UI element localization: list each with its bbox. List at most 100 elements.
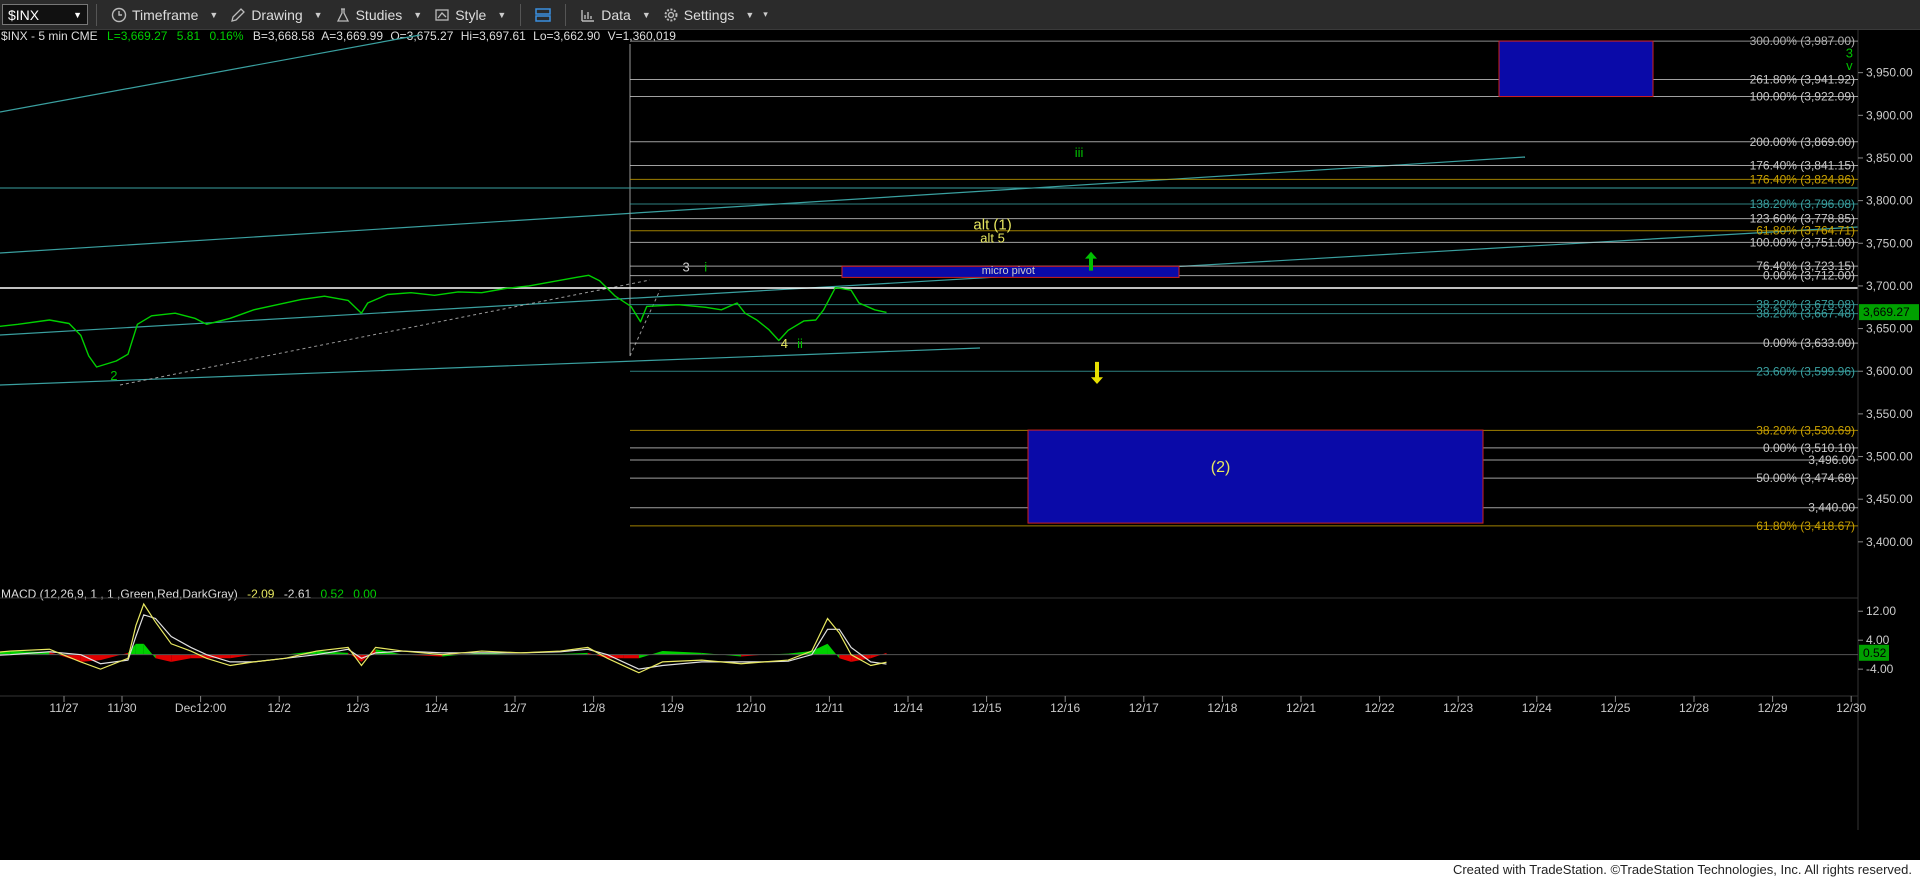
toolbar-divider [520, 3, 522, 26]
fib-label: 61.80% (3,418.67) [1756, 519, 1855, 533]
histogram-value: 0.52 [321, 587, 345, 601]
high-value: Hi=3,697.61 [461, 30, 526, 43]
wave-2-target-box [1027, 429, 1484, 524]
macd-label: MACD (12,26,9, 1 , 1 ,Green,Red,DarkGray… [1, 587, 238, 601]
time-tick-label: 12/10 [736, 701, 766, 715]
clock-icon [111, 7, 127, 22]
fib-label: 261.80% (3,941.92) [1750, 73, 1855, 87]
data-button[interactable]: Data ▼ [574, 7, 657, 23]
studies-label: Studies [355, 6, 403, 23]
price-tick-label: 3,950.00 [1866, 66, 1913, 80]
fib-label: 23.60% (3,599.96) [1756, 364, 1855, 378]
time-tick-label: 12/8 [582, 701, 606, 715]
price-tick-label: 3,850.00 [1866, 151, 1913, 165]
timeframe-label: Timeframe [132, 6, 199, 23]
footer-credit: Created with TradeStation. ©TradeStation… [0, 860, 1920, 879]
time-tick-label: 12/28 [1679, 701, 1709, 715]
time-tick-label: 12/22 [1365, 701, 1395, 715]
time-tick-label: 12/23 [1443, 701, 1473, 715]
wave-label: 4 [781, 336, 788, 351]
fib-label: 3,496.00 [1808, 453, 1855, 467]
symbol-info: $INX - 5 min CME [1, 30, 98, 43]
symbol-text: $INX [8, 6, 40, 23]
wave-label: 3 [682, 259, 689, 274]
time-tick-label: 12/9 [661, 701, 685, 715]
style-label: Style [455, 6, 487, 23]
flask-icon [336, 7, 349, 22]
time-tick-label: 12/30 [1836, 701, 1866, 715]
bar-chart-icon [581, 9, 595, 22]
price-tick-label: 3,550.00 [1866, 407, 1913, 421]
symbol-input[interactable]: $INX ▼ [2, 4, 88, 25]
price-chart[interactable]: $INX - 5 min CME L=3,669.27 5.81 0.16% B… [0, 30, 1920, 860]
change-pct: 0.16% [209, 30, 243, 43]
wave-label: alt 5 [980, 230, 1005, 245]
chevron-down-icon: ▼ [745, 9, 755, 20]
drawing-button[interactable]: Drawing ▼ [224, 7, 328, 23]
price-tick-label: 3,900.00 [1866, 108, 1913, 122]
time-tick-label: 11/27 [49, 701, 78, 715]
fib-label: 3,440.00 [1808, 501, 1855, 515]
time-tick-label: 12/18 [1207, 701, 1237, 715]
wave-label: micro pivot [982, 265, 1035, 277]
chevron-down-icon: ▼ [313, 9, 323, 20]
time-tick-label: 12/24 [1522, 701, 1552, 715]
drawing-label: Drawing [251, 6, 303, 23]
ask-value: A=3,669.99 [321, 30, 383, 43]
macd-histogram-bar [135, 643, 144, 655]
macd-tick-label: -4.00 [1866, 662, 1894, 676]
wave-label: v [1846, 58, 1853, 73]
macd-value: -2.09 [247, 587, 275, 601]
price-tick-label: 3,800.00 [1866, 194, 1913, 208]
wave-label: i [704, 259, 707, 274]
price-tick-label: 3,650.00 [1866, 322, 1913, 336]
layout-button[interactable] [529, 7, 557, 23]
chart-background [0, 30, 1920, 860]
zero-value: 0.00 [353, 587, 377, 601]
studies-button[interactable]: Studies ▼ [329, 7, 429, 23]
bid-value: B=3,668.58 [253, 30, 315, 43]
fib-label: 200.00% (3,869.00) [1750, 135, 1855, 149]
fib-label: 0.00% (3,712.00) [1763, 269, 1855, 283]
fib-label: 176.40% (3,841.15) [1750, 159, 1855, 173]
time-tick-label: 12/2 [268, 701, 292, 715]
toolbar-divider [96, 3, 97, 26]
wave-label: ii [797, 336, 803, 351]
style-button[interactable]: Style ▼ [428, 7, 512, 23]
wave-label: iii [1075, 145, 1084, 160]
time-tick-label: Dec12:00 [175, 701, 227, 715]
time-tick-label: 12/29 [1758, 701, 1788, 715]
macd-tick-label: 12.00 [1866, 604, 1896, 618]
time-tick-label: 12/11 [815, 701, 844, 715]
pencil-icon [231, 7, 246, 22]
chevron-down-icon[interactable]: ▼ [73, 10, 82, 20]
macd-last-label: 0.52 [1863, 646, 1887, 660]
price-tick-label: 3,600.00 [1866, 364, 1913, 378]
toolbar-divider [565, 3, 567, 26]
fib-label: 38.20% (3,530.69) [1756, 423, 1855, 437]
timeframe-button[interactable]: Timeframe ▼ [105, 7, 224, 23]
style-icon [435, 8, 449, 21]
time-tick-label: 12/3 [346, 701, 370, 715]
wave-3-target-box [1498, 40, 1654, 98]
layout-icon [535, 7, 552, 22]
fib-label: 100.00% (3,922.09) [1750, 89, 1855, 103]
signal-value: -2.61 [284, 587, 312, 601]
last-value: L=3,669.27 [107, 30, 168, 43]
macd-histogram-bar [623, 654, 639, 659]
fib-label: 138.20% (3,796.08) [1750, 197, 1855, 211]
time-tick-label: 12/21 [1286, 701, 1316, 715]
time-tick-label: 12/25 [1600, 701, 1630, 715]
wave-label: (2) [1211, 459, 1231, 476]
price-tick-label: 3,750.00 [1866, 236, 1913, 250]
fib-label: 50.00% (3,474.68) [1756, 471, 1855, 485]
data-label: Data [601, 6, 631, 23]
time-tick-label: 11/30 [107, 701, 136, 715]
settings-button[interactable]: Settings ▼ ▾ [657, 7, 774, 23]
low-value: Lo=3,662.90 [533, 30, 600, 43]
fib-label: 300.00% (3,987.00) [1750, 34, 1855, 48]
change-value: 5.81 [177, 30, 201, 43]
macd-header: MACD (12,26,9, 1 , 1 ,Green,Red,DarkGray… [1, 587, 377, 601]
fib-label: 38.20% (3,667.48) [1756, 307, 1855, 321]
last-price-label: 3,669.27 [1863, 305, 1910, 319]
